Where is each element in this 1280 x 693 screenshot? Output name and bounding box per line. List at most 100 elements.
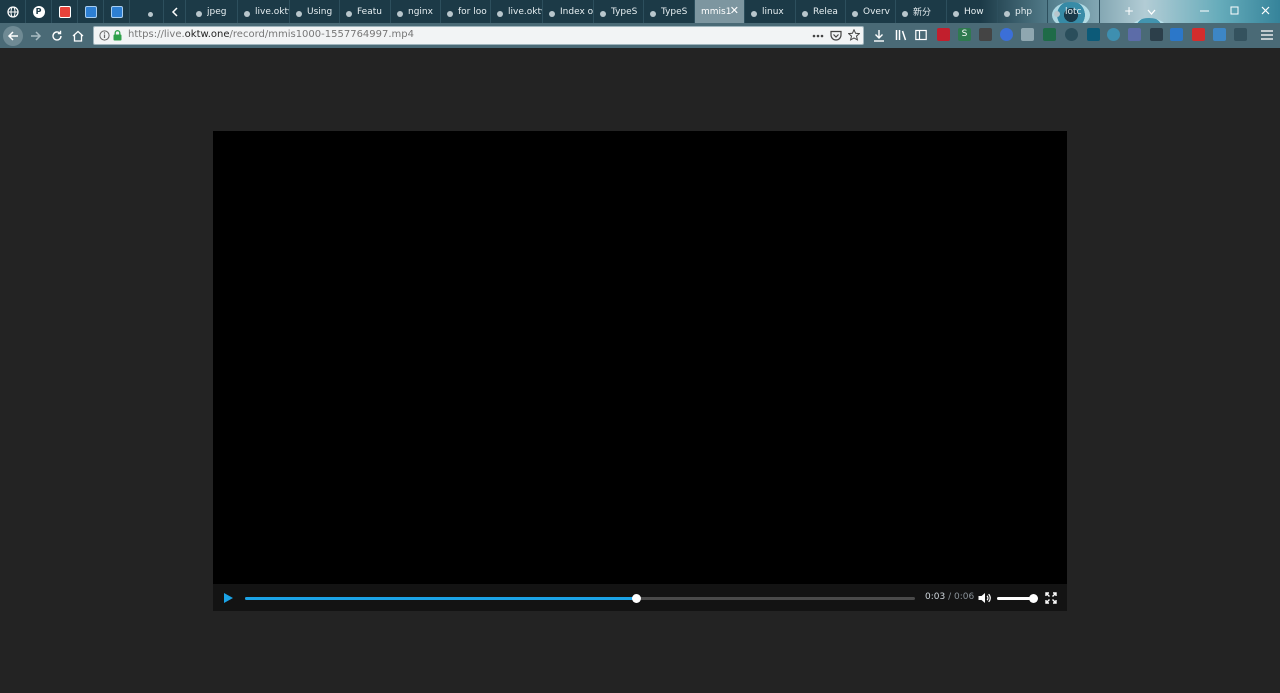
browser-tab[interactable]: live.oktw.: [491, 0, 543, 23]
time-separator: /: [948, 592, 952, 602]
library-icon[interactable]: [895, 29, 908, 41]
browser-tab[interactable]: for loo: [441, 0, 491, 23]
home-button[interactable]: [68, 26, 88, 46]
sidebar-icon[interactable]: [915, 29, 927, 41]
tab-label: Using: [307, 6, 333, 17]
browser-tab[interactable]: jpeg: [190, 0, 238, 23]
bookmark-star-icon[interactable]: [848, 29, 860, 41]
extension-icon[interactable]: [979, 28, 992, 41]
tab-favicon-icon: [852, 11, 858, 17]
tab-favicon-icon: [244, 11, 250, 17]
extension-red-icon[interactable]: [1192, 28, 1205, 41]
new-tab-button[interactable]: +: [1120, 3, 1138, 19]
extension-blue-2-icon[interactable]: [1170, 28, 1183, 41]
play-button[interactable]: [223, 592, 234, 604]
browser-tab[interactable]: Using: [290, 0, 340, 23]
close-tab-icon[interactable]: ✕: [730, 5, 739, 17]
pinned-tab-blue-app-2[interactable]: [104, 0, 130, 23]
extension-grid-icon[interactable]: [1234, 28, 1247, 41]
maximize-icon: [1230, 6, 1238, 15]
back-arrow-icon: [7, 31, 18, 41]
pinned-tab-blue-app[interactable]: [78, 0, 104, 23]
p-icon: P: [32, 5, 45, 18]
seek-bar-handle[interactable]: [632, 594, 642, 603]
browser-tab[interactable]: linux: [745, 0, 796, 23]
volume-slider-handle[interactable]: [1028, 594, 1038, 603]
tab-label: Overv: [863, 6, 890, 17]
tab-list-dropdown-button[interactable]: [1142, 3, 1160, 19]
extension-dropdown-icon[interactable]: [1087, 28, 1100, 41]
tab-strip: P jpeg live.oktw. Using Featu nginx for loo li…: [0, 0, 1280, 23]
browser-tab[interactable]: Overv: [846, 0, 896, 23]
ublock-origin-icon[interactable]: [937, 28, 950, 41]
downloads-icon[interactable]: [873, 29, 885, 42]
forward-button[interactable]: [26, 26, 46, 46]
tab-label: lotc: [1065, 6, 1082, 17]
tab-favicon-icon: [650, 11, 656, 17]
reload-button[interactable]: [47, 26, 67, 46]
browser-tab[interactable]: nginx: [391, 0, 441, 23]
page-actions-icon[interactable]: [812, 34, 824, 38]
extension-blue-3-icon[interactable]: [1213, 28, 1226, 41]
tab-favicon-icon: [802, 11, 808, 17]
browser-tab[interactable]: live.oktw.: [238, 0, 290, 23]
volume-slider-fill: [997, 597, 1033, 600]
browser-tab[interactable]: php: [998, 0, 1048, 23]
volume-icon[interactable]: [978, 592, 991, 604]
seek-bar[interactable]: [245, 594, 915, 603]
tab-favicon-icon: [196, 11, 202, 17]
video-player[interactable]: 0:03 / 0:06: [213, 131, 1067, 611]
url-bar[interactable]: https://live.oktw.one/record/mmis1000-15…: [93, 26, 864, 45]
back-button[interactable]: [3, 26, 23, 46]
extension-circle-icon[interactable]: [1107, 28, 1120, 41]
pinned-tab-dot[interactable]: [138, 0, 164, 23]
tab-favicon-icon: [902, 11, 908, 17]
browser-tab[interactable]: 新分: [896, 0, 947, 23]
browser-tab[interactable]: TypeS: [594, 0, 644, 23]
tab-label: Featu: [357, 6, 382, 17]
tab-label: live.oktw.: [255, 6, 289, 17]
volume-slider[interactable]: [997, 594, 1038, 603]
browser-tab[interactable]: Relea: [796, 0, 846, 23]
tab-label: nginx: [408, 6, 433, 17]
url-text[interactable]: https://live.oktw.one/record/mmis1000-15…: [128, 29, 414, 40]
maximize-button[interactable]: [1225, 3, 1243, 19]
extension-power-icon[interactable]: [1065, 28, 1078, 41]
tab-favicon-icon: [600, 11, 606, 17]
extension-dark-icon[interactable]: [1150, 28, 1163, 41]
extension-purple-icon[interactable]: [1128, 28, 1141, 41]
tab-favicon-icon: [397, 11, 403, 17]
url-path: /record/mmis1000-1557764997.mp4: [229, 29, 415, 40]
browser-tab[interactable]: TypeS: [644, 0, 695, 23]
red-app-icon: [58, 5, 71, 18]
browser-tab[interactable]: lotc: [1048, 0, 1100, 23]
browser-tab[interactable]: Index of /: [543, 0, 594, 23]
extension-blue-icon[interactable]: [1000, 28, 1013, 41]
tab-label: php: [1015, 6, 1033, 17]
pinned-tab-red-app[interactable]: [52, 0, 78, 23]
dot-icon: [148, 12, 153, 17]
stylus-icon[interactable]: S: [958, 28, 971, 41]
lock-icon[interactable]: [113, 30, 122, 41]
menu-icon[interactable]: [1261, 30, 1273, 40]
browser-tab[interactable]: Featu: [340, 0, 391, 23]
extension-grey-icon[interactable]: [1021, 28, 1034, 41]
tab-scroll-left-button[interactable]: [164, 0, 186, 23]
tab-label: linux: [762, 6, 784, 17]
tab-favicon-icon: [549, 11, 555, 17]
browser-tab[interactable]: mmis1 ✕: [695, 0, 745, 23]
tab-label: TypeS: [661, 6, 688, 17]
close-window-button[interactable]: [1256, 3, 1274, 19]
browser-tab[interactable]: How: [947, 0, 998, 23]
tab-label: Index of /: [560, 6, 593, 17]
pinned-tab-globe[interactable]: [0, 0, 26, 23]
seek-bar-played: [245, 597, 637, 600]
fullscreen-button[interactable]: [1045, 592, 1057, 604]
minimize-button[interactable]: [1195, 3, 1213, 19]
tab-favicon-icon: [346, 11, 352, 17]
pocket-icon[interactable]: [830, 30, 842, 41]
tab-favicon-icon: [447, 11, 453, 17]
info-icon[interactable]: [99, 30, 110, 41]
pinned-tab-p[interactable]: P: [26, 0, 52, 23]
extension-triangle-icon[interactable]: [1043, 28, 1056, 41]
